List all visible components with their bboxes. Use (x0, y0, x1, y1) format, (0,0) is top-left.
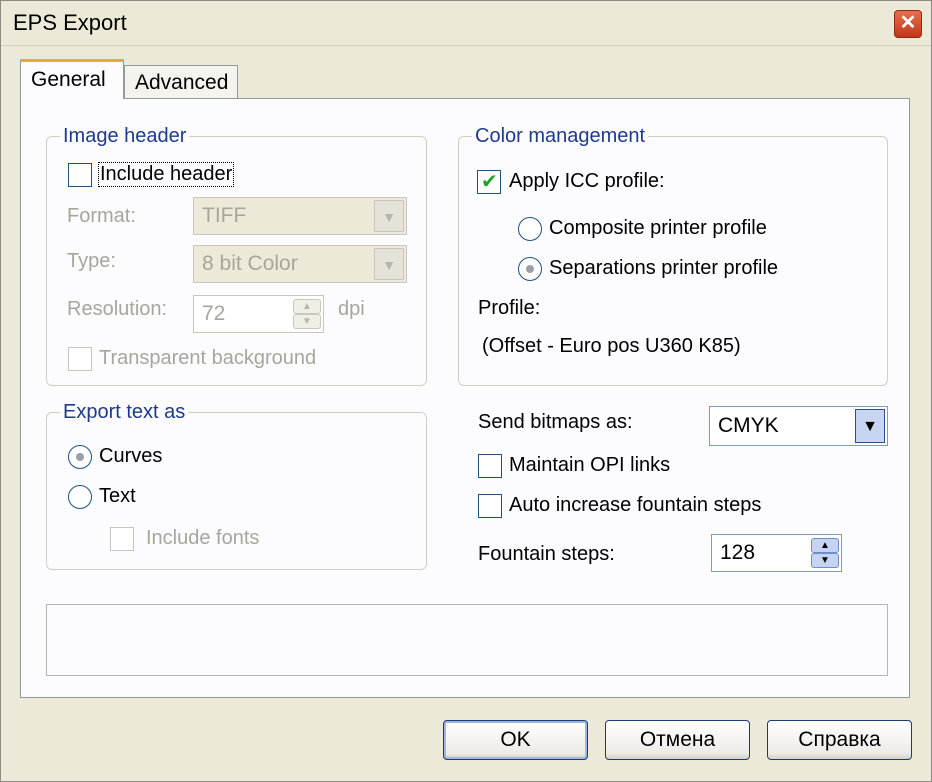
maintain-opi-links-checkbox[interactable] (478, 454, 502, 478)
tab-advanced[interactable]: Advanced (124, 65, 238, 99)
transparent-background-label: Transparent background (99, 347, 317, 369)
include-fonts-checkbox[interactable] (110, 527, 134, 551)
send-bitmaps-value: CMYK (718, 414, 779, 437)
preview-status-area (46, 604, 888, 676)
eps-export-dialog: EPS Export ✕ General Advanced Image head… (0, 0, 932, 782)
image-header-legend: Image header (60, 125, 190, 148)
ok-button[interactable]: OK (443, 720, 588, 760)
fountain-steps-value: 128 (720, 541, 756, 564)
composite-printer-profile-label: Composite printer profile (549, 217, 767, 239)
help-button[interactable]: Справка (767, 720, 912, 760)
profile-value: (Offset - Euro pos U360 K85) (482, 335, 741, 357)
fountain-spin-buttons: ▲ ▼ (811, 538, 839, 568)
cancel-button[interactable]: Отмена (605, 720, 750, 760)
close-icon[interactable]: ✕ (894, 10, 922, 38)
title-bar: EPS Export ✕ (1, 1, 931, 46)
text-label: Text (99, 485, 136, 507)
type-value: 8 bit Color (202, 252, 298, 275)
include-header-label: Include header (97, 162, 235, 187)
separations-printer-profile-label: Separations printer profile (549, 257, 779, 279)
include-header-checkbox[interactable] (68, 163, 92, 187)
format-value: TIFF (202, 204, 247, 227)
fountain-steps-label: Fountain steps: (478, 543, 615, 565)
send-bitmaps-label: Send bitmaps as: (478, 411, 633, 433)
curves-radio[interactable] (68, 445, 92, 469)
tab-general[interactable]: General (20, 59, 124, 99)
separations-printer-profile-radio[interactable] (518, 257, 542, 281)
type-label: Type: (67, 250, 116, 272)
resolution-label: Resolution: (67, 298, 168, 320)
radio-dot (76, 453, 84, 461)
export-text-legend: Export text as (60, 401, 189, 424)
checkmark-icon: ✔ (481, 171, 498, 193)
tab-advanced-label: Advanced (135, 71, 229, 94)
color-management-legend: Color management (472, 125, 649, 148)
resolution-spin-buttons: ▲ ▼ (293, 299, 321, 329)
spin-down-icon[interactable]: ▼ (811, 553, 839, 568)
apply-icc-profile-label: Apply ICC profile: (509, 170, 665, 192)
auto-increase-fountain-label: Auto increase fountain steps (509, 494, 762, 516)
chevron-down-icon[interactable]: ▼ (374, 200, 404, 232)
resolution-spinner[interactable]: 72 ▲ ▼ (193, 295, 324, 333)
radio-dot (526, 265, 534, 273)
format-label: Format: (67, 205, 136, 227)
resolution-unit: dpi (338, 298, 365, 320)
apply-icc-profile-checkbox[interactable]: ✔ (477, 170, 501, 194)
chevron-down-icon[interactable]: ▼ (374, 248, 404, 280)
spin-up-icon[interactable]: ▲ (811, 538, 839, 553)
text-radio[interactable] (68, 485, 92, 509)
chevron-down-icon[interactable]: ▼ (855, 409, 885, 443)
spin-up-icon[interactable]: ▲ (293, 299, 321, 314)
profile-label: Profile: (478, 297, 541, 319)
transparent-background-checkbox[interactable] (68, 347, 92, 371)
maintain-opi-links-label: Maintain OPI links (509, 454, 671, 476)
window-title: EPS Export (13, 10, 127, 35)
resolution-value: 72 (202, 302, 226, 325)
auto-increase-fountain-checkbox[interactable] (478, 494, 502, 518)
spin-down-icon[interactable]: ▼ (293, 314, 321, 329)
tab-general-label: General (31, 68, 106, 91)
fountain-steps-spinner[interactable]: 128 ▲ ▼ (711, 534, 842, 572)
format-select[interactable]: TIFF ▼ (193, 197, 407, 235)
include-fonts-label: Include fonts (146, 527, 260, 549)
curves-label: Curves (99, 445, 163, 467)
type-select[interactable]: 8 bit Color ▼ (193, 245, 407, 283)
send-bitmaps-select[interactable]: CMYK ▼ (709, 406, 888, 446)
composite-printer-profile-radio[interactable] (518, 217, 542, 241)
